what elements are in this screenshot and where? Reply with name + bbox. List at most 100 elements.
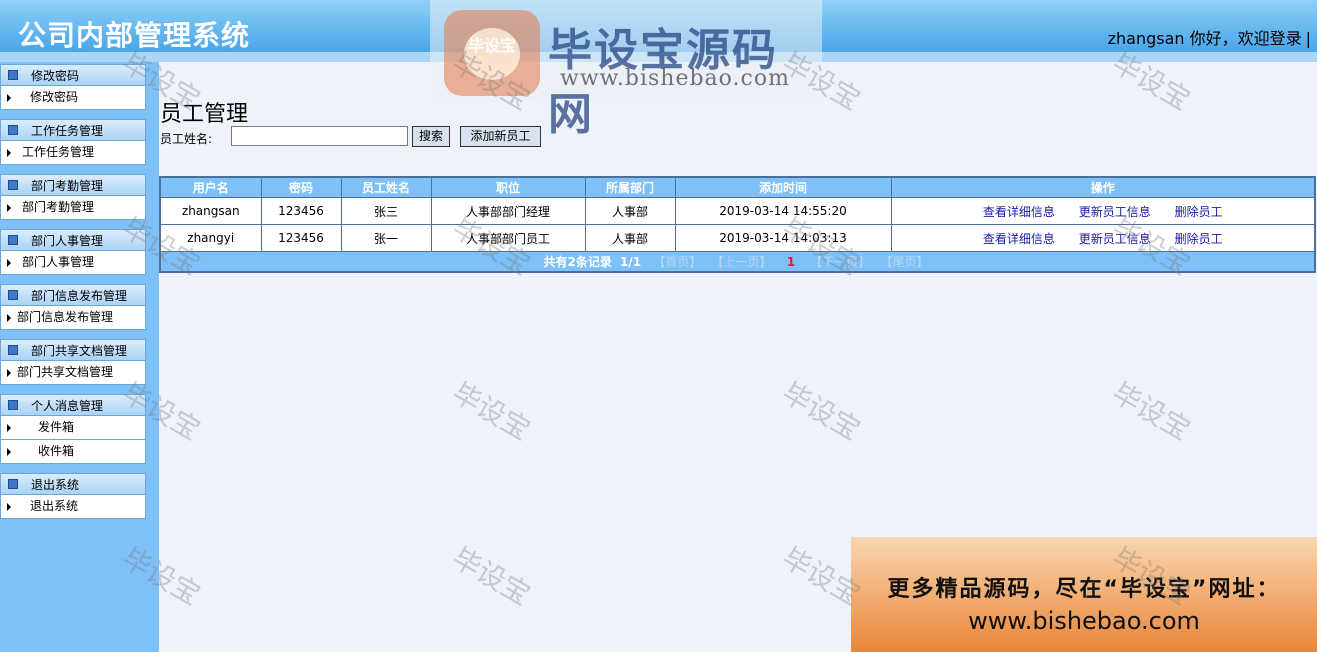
menu-square-icon [8, 70, 18, 80]
menu-group-change-password[interactable]: 修改密码 [0, 64, 146, 86]
sidebar-item-label: 部门共享文档管理 [17, 365, 114, 379]
menu-group-title: 修改密码 [31, 69, 80, 83]
column-header-name: 员工姓名 [340, 176, 432, 198]
arrow-right-icon [7, 424, 11, 432]
pager-total: 共有2条记录 [543, 255, 612, 269]
arrow-right-icon [7, 259, 11, 267]
cell-position: 人事部部门经理 [430, 197, 586, 225]
sidebar-item-label: 工作任务管理 [22, 145, 95, 159]
cell-actions: 查看详细信息 更新员工信息 删除员工 [890, 224, 1316, 252]
employee-table: 用户名 密码 员工姓名 职位 所属部门 添加时间 操作 zhangsan 123… [159, 176, 1316, 273]
sidebar-item-shared-docs[interactable]: 部门共享文档管理 [0, 361, 146, 385]
watermark-text: 毕设宝 [446, 541, 536, 612]
column-header-actions: 操作 [890, 176, 1316, 198]
search-button[interactable]: 搜索 [412, 126, 450, 147]
table-row: zhangsan 123456 张三 人事部部门经理 人事部 2019-03-1… [159, 197, 1316, 225]
menu-group-title: 工作任务管理 [31, 124, 104, 138]
menu-square-icon [8, 180, 18, 190]
page-title: 员工管理 [160, 102, 249, 127]
pager: 共有2条记录 1/1 【首页】 【上一页】 1 【下一页】 【尾页】 [159, 251, 1316, 273]
sidebar-item-info-publish[interactable]: 部门信息发布管理 [0, 306, 146, 330]
menu-square-icon [8, 345, 18, 355]
sidebar-item-outbox[interactable]: 发件箱 [0, 416, 146, 440]
arrow-right-icon [7, 94, 11, 102]
search-label: 员工姓名: [160, 132, 213, 146]
pager-pages: 1/1 [620, 255, 642, 269]
cell-added-time: 2019-03-14 14:03:13 [674, 224, 892, 252]
column-header-department: 所属部门 [584, 176, 676, 198]
watermark-logo-text: 毕设宝 [467, 36, 516, 55]
watermark-text: 毕设宝 [446, 376, 536, 447]
sidebar-item-inbox[interactable]: 收件箱 [0, 440, 146, 464]
sidebar-item-personnel[interactable]: 部门人事管理 [0, 251, 146, 275]
sidebar-item-label: 发件箱 [38, 420, 75, 434]
app-title: 公司内部管理系统 [18, 19, 251, 52]
cell-password: 123456 [260, 197, 342, 225]
pager-row: 共有2条记录 1/1 【首页】 【上一页】 1 【下一页】 【尾页】 [159, 251, 1316, 273]
menu-square-icon [8, 235, 18, 245]
update-employee-link[interactable]: 更新员工信息 [1079, 232, 1151, 246]
watermark-logo-icon: 毕设宝 [444, 10, 540, 96]
sidebar-item-label: 部门考勤管理 [22, 200, 95, 214]
menu-group-logout[interactable]: 退出系统 [0, 473, 146, 495]
table-row: zhangyi 123456 张一 人事部部门员工 人事部 2019-03-14… [159, 224, 1316, 252]
watermark-site-url: www.bishebao.com [560, 66, 790, 91]
column-header-username: 用户名 [159, 176, 262, 198]
menu-group-title: 部门人事管理 [31, 234, 104, 248]
menu-group-title: 退出系统 [31, 478, 80, 492]
watermark-banner: 毕设宝 毕设宝源码网 www.bishebao.com [430, 0, 822, 140]
delete-employee-link[interactable]: 删除员工 [1175, 205, 1223, 219]
pager-prev-link[interactable]: 【上一页】 [712, 255, 772, 269]
cell-added-time: 2019-03-14 14:55:20 [674, 197, 892, 225]
cell-username: zhangyi [159, 224, 262, 252]
promo-line-2: www.bishebao.com [968, 607, 1200, 635]
column-header-added-time: 添加时间 [674, 176, 892, 198]
delete-employee-link[interactable]: 删除员工 [1175, 232, 1223, 246]
cell-department: 人事部 [584, 224, 676, 252]
cell-department: 人事部 [584, 197, 676, 225]
arrow-right-icon [7, 369, 11, 377]
employee-name-search-input[interactable] [231, 126, 408, 146]
pager-next-link[interactable]: 【下一页】 [810, 255, 870, 269]
promo-line-1: 更多精品源码，尽在“毕设宝”网址： [887, 577, 1281, 602]
pager-current-page: 1 [786, 255, 796, 269]
watermark-text: 毕设宝 [1106, 376, 1196, 447]
menu-square-icon [8, 125, 18, 135]
column-header-position: 职位 [430, 176, 586, 198]
welcome-separator: | [1305, 29, 1311, 48]
column-header-password: 密码 [260, 176, 342, 198]
menu-group-personnel[interactable]: 部门人事管理 [0, 229, 146, 251]
sidebar-item-change-password[interactable]: 修改密码 [0, 86, 146, 110]
welcome-message: zhangsan 你好，欢迎登录 | [1108, 25, 1311, 49]
cell-actions: 查看详细信息 更新员工信息 删除员工 [890, 197, 1316, 225]
menu-group-info-publish[interactable]: 部门信息发布管理 [0, 284, 146, 306]
sidebar: 修改密码 修改密码 工作任务管理 工作任务管理 部门考勤管理 部门考勤管理 部门… [0, 62, 159, 652]
sidebar-item-label: 部门信息发布管理 [17, 310, 114, 324]
pager-last-link[interactable]: 【尾页】 [880, 255, 928, 269]
sidebar-item-attendance[interactable]: 部门考勤管理 [0, 196, 146, 220]
view-details-link[interactable]: 查看详细信息 [983, 232, 1055, 246]
sidebar-item-label: 退出系统 [30, 499, 79, 513]
view-details-link[interactable]: 查看详细信息 [983, 205, 1055, 219]
arrow-right-icon [7, 503, 11, 511]
menu-group-messages[interactable]: 个人消息管理 [0, 394, 146, 416]
add-employee-button[interactable]: 添加新员工 [460, 126, 541, 147]
arrow-right-icon [7, 149, 11, 157]
table-header-row: 用户名 密码 员工姓名 职位 所属部门 添加时间 操作 [159, 176, 1316, 198]
sidebar-item-logout[interactable]: 退出系统 [0, 495, 146, 519]
cell-position: 人事部部门员工 [430, 224, 586, 252]
menu-group-shared-docs[interactable]: 部门共享文档管理 [0, 339, 146, 361]
sidebar-item-tasks[interactable]: 工作任务管理 [0, 141, 146, 165]
menu-group-attendance[interactable]: 部门考勤管理 [0, 174, 146, 196]
menu-square-icon [8, 290, 18, 300]
sidebar-item-label: 收件箱 [38, 444, 75, 458]
menu-group-title: 部门共享文档管理 [31, 344, 128, 358]
sidebar-item-label: 修改密码 [30, 90, 79, 104]
pager-first-link[interactable]: 【首页】 [653, 255, 701, 269]
welcome-text: zhangsan 你好，欢迎登录 [1107, 29, 1302, 48]
cell-name: 张三 [340, 197, 432, 225]
menu-group-tasks[interactable]: 工作任务管理 [0, 119, 146, 141]
promo-banner: 更多精品源码，尽在“毕设宝”网址： www.bishebao.com [851, 537, 1317, 652]
arrow-right-icon [7, 204, 11, 212]
update-employee-link[interactable]: 更新员工信息 [1079, 205, 1151, 219]
